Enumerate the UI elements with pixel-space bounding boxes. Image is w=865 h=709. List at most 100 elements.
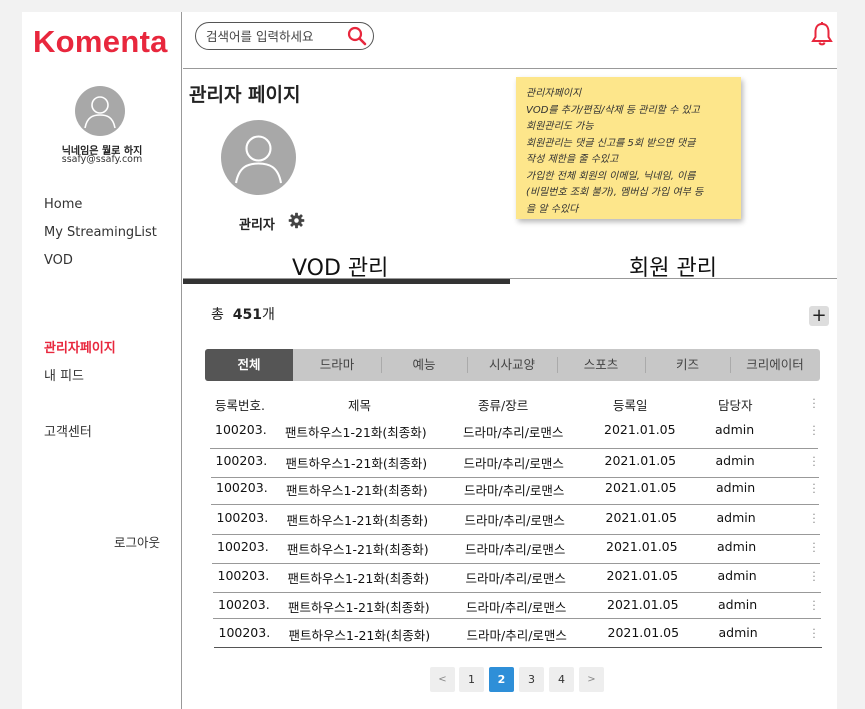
cell-date: 2021.01.05 — [605, 480, 677, 495]
category-sports[interactable]: 스포츠 — [557, 349, 645, 381]
column-header-genre: 종류/장르 — [478, 398, 529, 413]
category-all[interactable]: 전체 — [205, 349, 293, 381]
cell-title: 팬트하우스1-21화(최종화) — [288, 600, 430, 615]
cell-manager: admin — [715, 422, 755, 437]
kebab-icon[interactable]: · · · — [811, 452, 817, 471]
cell-id: 100203. — [215, 453, 268, 468]
nav-my-feed[interactable]: 내 피드 — [44, 365, 84, 384]
category-tabs: 전체 드라마 예능 시사교양 스포츠 키즈 크리에이터 — [205, 349, 820, 381]
note-line: 가입한 전체 회원의 이메일, 닉네임, 이름 — [526, 170, 696, 182]
cell-genre: 드라마/추리/로맨스 — [464, 483, 565, 498]
cell-id: 100203. — [216, 480, 268, 495]
nav-home[interactable]: Home — [44, 197, 82, 212]
search-box — [195, 22, 374, 50]
app-frame: Komenta 닉네임은 뭘로 하지 ssafy@ssafy.com Home … — [22, 12, 837, 709]
kebab-icon[interactable]: · · · — [811, 509, 817, 528]
row-divider — [213, 618, 821, 619]
page-4-button[interactable]: 4 — [549, 667, 574, 692]
note-line: VOD를 추가/편집/삭제 등 관리할 수 있고 — [526, 104, 700, 116]
cell-genre: 드라마/추리/로맨스 — [463, 425, 564, 440]
total-suffix: 개 — [262, 307, 275, 323]
cell-date: 2021.01.05 — [606, 539, 678, 554]
next-page-button[interactable]: > — [579, 667, 604, 692]
note-line: 회원관리도 가능 — [526, 121, 594, 132]
kebab-icon[interactable]: · · · — [811, 624, 817, 643]
total-number: 451 — [232, 307, 263, 323]
category-kids[interactable]: 키즈 — [645, 349, 730, 381]
nav-vod[interactable]: VOD — [44, 253, 73, 268]
gear-icon[interactable] — [288, 212, 305, 229]
cell-date: 2021.01.05 — [604, 453, 677, 468]
column-header-date: 등록일 — [613, 398, 648, 413]
kebab-icon[interactable]: · · · — [811, 479, 817, 498]
active-tab-indicator — [183, 279, 510, 284]
row-divider — [212, 563, 820, 564]
search-icon[interactable] — [347, 26, 367, 46]
row-divider — [210, 477, 819, 478]
cell-date: 2021.01.05 — [605, 510, 678, 525]
avatar-icon — [84, 96, 116, 129]
nav-my-streaming-list[interactable]: My StreamingList — [44, 225, 157, 240]
category-variety[interactable]: 예능 — [381, 349, 467, 381]
note-line: 회원관리는 댓글 신고를 5회 받으면 댓글 — [526, 137, 696, 149]
row-divider — [211, 504, 819, 505]
row-divider — [210, 448, 818, 449]
kebab-icon[interactable]: · · · — [811, 394, 817, 413]
top-bar — [183, 12, 837, 69]
cell-id: 100203. — [218, 597, 270, 612]
cell-manager: admin — [718, 625, 758, 640]
app-logo[interactable]: Komenta — [33, 24, 168, 60]
cell-date: 2021.01.05 — [604, 422, 676, 437]
cell-manager: admin — [718, 597, 758, 612]
cell-manager: admin — [716, 480, 756, 495]
nav-customer-center[interactable]: 고객센터 — [44, 421, 92, 440]
page-3-button[interactable]: 3 — [519, 667, 544, 692]
cell-genre: 드라마/추리/로맨스 — [464, 513, 565, 528]
search-input[interactable] — [206, 27, 341, 45]
category-current-affairs[interactable]: 시사교양 — [467, 349, 557, 381]
cell-manager: admin — [717, 568, 757, 583]
category-creator[interactable]: 크리에이터 — [730, 349, 820, 381]
annotation-note: 관리자페이지 VOD를 추가/편집/삭제 등 관리할 수 있고 회원관리도 가능… — [516, 77, 741, 219]
user-avatar[interactable] — [75, 86, 125, 136]
kebab-icon[interactable]: · · · — [811, 567, 817, 586]
kebab-icon[interactable]: · · · — [811, 596, 817, 615]
total-count: 총 451개 — [211, 304, 275, 324]
cell-title: 팬트하우스1-21화(최종화) — [287, 542, 429, 557]
cell-title: 팬트하우스1-21화(최종화) — [285, 425, 427, 440]
admin-name: 관리자 — [239, 218, 275, 233]
row-divider — [212, 592, 821, 593]
page-2-button[interactable]: 2 — [489, 667, 514, 692]
bell-icon[interactable] — [811, 21, 833, 47]
column-header-manager: 담당자 — [718, 398, 753, 413]
nav-admin-page[interactable]: 관리자페이지 — [44, 337, 116, 356]
cell-genre: 드라마/추리/로맨스 — [466, 600, 567, 615]
column-header-title: 제목 — [348, 398, 372, 413]
cell-genre: 드라마/추리/로맨스 — [466, 628, 567, 643]
category-drama[interactable]: 드라마 — [293, 349, 381, 381]
prev-page-button[interactable]: < — [430, 667, 455, 692]
cell-title: 팬트하우스1-21화(최종화) — [285, 456, 428, 471]
kebab-icon[interactable]: · · · — [811, 421, 817, 440]
cell-date: 2021.01.05 — [607, 597, 679, 612]
page-1-button[interactable]: 1 — [459, 667, 484, 692]
kebab-icon[interactable]: · · · — [811, 538, 817, 557]
sidebar: Komenta 닉네임은 뭘로 하지 ssafy@ssafy.com Home … — [22, 12, 182, 709]
user-email: ssafy@ssafy.com — [61, 154, 143, 165]
cell-manager: admin — [716, 510, 756, 525]
add-vod-button[interactable]: + — [809, 306, 829, 326]
cell-date: 2021.01.05 — [607, 625, 680, 640]
cell-title: 팬트하우스1-21화(최종화) — [288, 628, 431, 643]
column-header-id: 등록번호. — [215, 398, 265, 413]
note-line: 작성 제한을 줄 수있고 — [526, 154, 619, 165]
total-prefix: 총 — [211, 307, 224, 323]
cell-title: 팬트하우스1-21화(최종화) — [287, 571, 430, 586]
logout-link[interactable]: 로그아웃 — [114, 532, 160, 551]
cell-id: 100203. — [216, 510, 269, 525]
page-title: 관리자 페이지 — [189, 84, 301, 106]
cell-id: 100203. — [217, 539, 269, 554]
cell-id: 100203. — [215, 422, 267, 437]
admin-avatar — [221, 120, 296, 195]
row-divider — [213, 647, 822, 648]
note-line: (비밀번호 조회 불가), 멤버십 가입 여부 등 — [526, 187, 704, 198]
